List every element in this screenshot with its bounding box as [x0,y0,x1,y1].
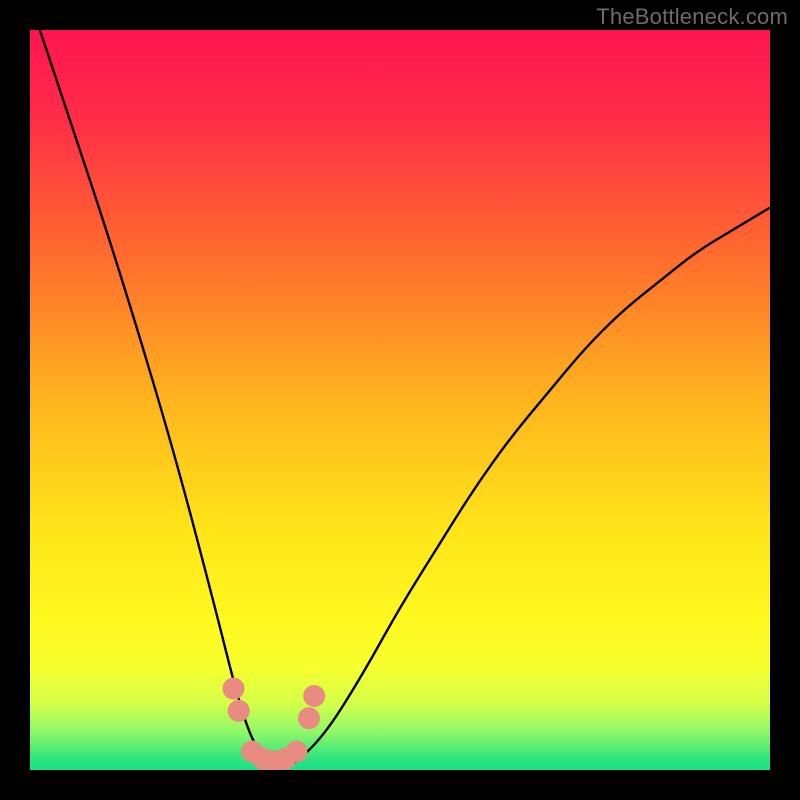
marker-dot [285,741,307,763]
marker-dot [228,700,250,722]
marker-dot [223,678,245,700]
marker-dot [303,685,325,707]
marker-dot [298,707,320,729]
bottleneck-chart [30,30,770,770]
attribution-text: TheBottleneck.com [596,4,788,30]
gradient-background [30,30,770,770]
chart-area [30,30,770,770]
outer-frame: TheBottleneck.com [0,0,800,800]
